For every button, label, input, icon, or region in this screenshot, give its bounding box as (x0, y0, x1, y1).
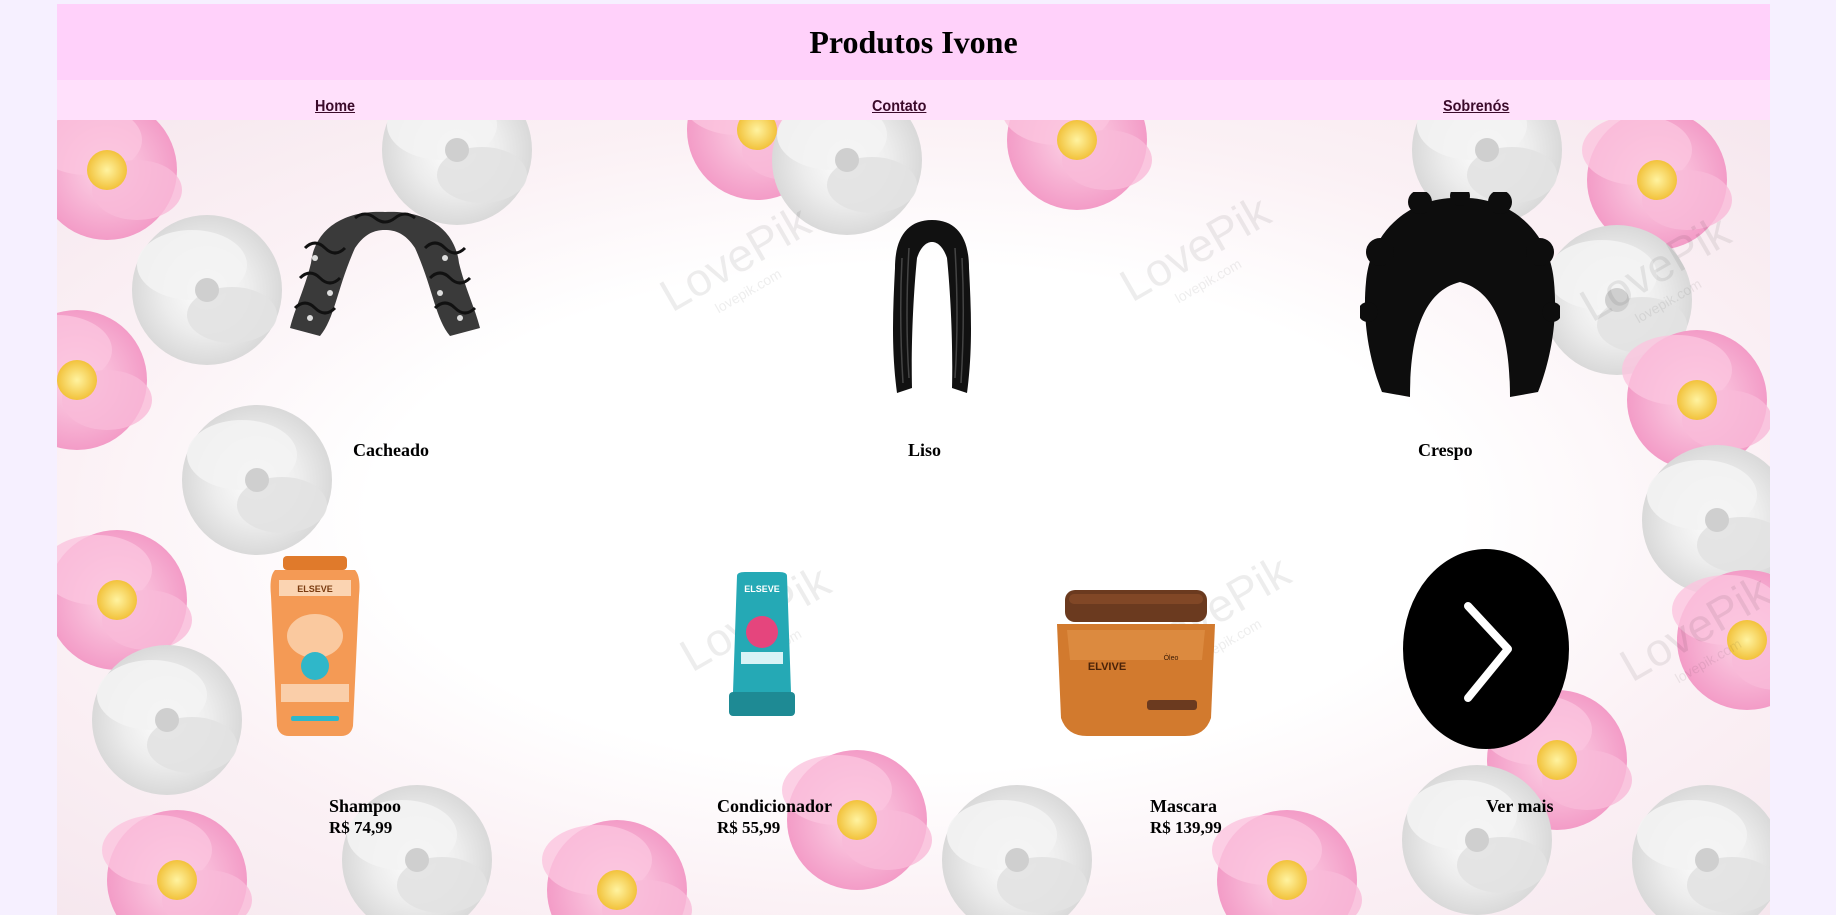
page: Produtos Ivone Home Contato Sobrenós Lov… (57, 4, 1770, 915)
curly-wig-icon (290, 211, 480, 336)
hair-type-label: Crespo (1418, 440, 1473, 460)
conditioner-bottle-image: ELSEVE (729, 572, 795, 716)
afro-wig-icon (1360, 192, 1560, 397)
nav-link-contato[interactable]: Contato (872, 98, 926, 116)
shampoo-bottle-image: ELSEVE (270, 556, 360, 736)
chevron-right-icon[interactable] (1402, 548, 1570, 750)
product-name: Condicionador (717, 796, 833, 816)
hair-type-label: Liso (908, 440, 942, 460)
svg-text:ELVIVE: ELVIVE (1088, 661, 1126, 673)
site-header: Produtos Ivone (57, 4, 1770, 80)
nav-link-home[interactable]: Home (315, 98, 355, 116)
svg-text:Óleo: Óleo (1164, 653, 1179, 662)
product-price: R$ 74,99 (329, 818, 393, 837)
product-price: R$ 55,99 (717, 818, 781, 837)
main-nav: Home Contato Sobrenós (57, 80, 1770, 120)
product-name: Shampoo (329, 796, 402, 816)
product-name: Mascara (1150, 796, 1217, 816)
hair-type-label: Cacheado (353, 440, 429, 460)
page-title: Produtos Ivone (809, 23, 1018, 60)
svg-text:ELSEVE: ELSEVE (297, 584, 333, 594)
see-more-label[interactable]: Ver mais (1486, 796, 1554, 817)
nav-link-sobrenos[interactable]: Sobrenós (1443, 98, 1509, 116)
product-price: R$ 139,99 (1150, 818, 1222, 837)
svg-text:ELSEVE: ELSEVE (744, 584, 780, 594)
products-section: LovePik lovepik.com LovePik lovepik.com Lo… (57, 120, 1770, 915)
hair-mask-jar-image: ELVIVE Óleo (1057, 590, 1215, 736)
straight-wig-icon (893, 220, 971, 393)
